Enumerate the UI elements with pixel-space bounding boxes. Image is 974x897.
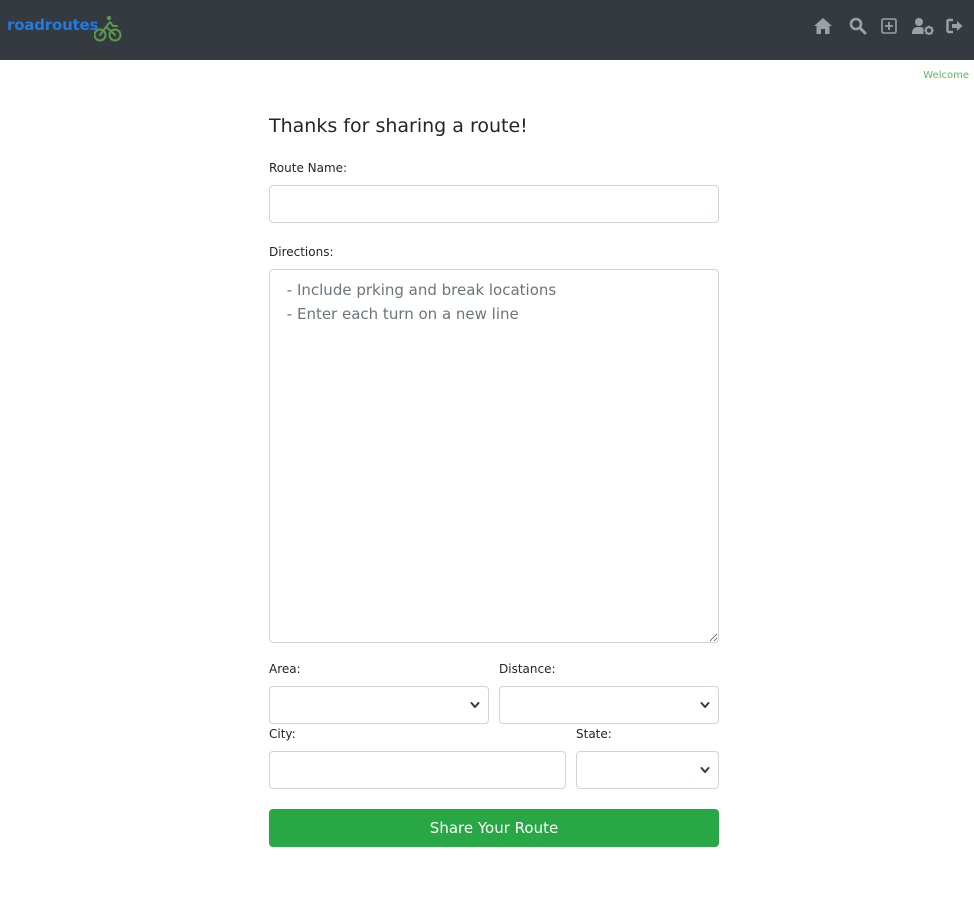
user-settings-icon[interactable] — [911, 14, 935, 38]
chevron-down-icon — [700, 767, 710, 773]
city-label: City: — [269, 727, 296, 741]
directions-textarea[interactable] — [269, 269, 719, 643]
brand-logo[interactable]: roadroutes — [7, 14, 122, 44]
distance-label: Distance: — [499, 662, 556, 676]
welcome-text: Welcome — [923, 70, 969, 81]
logout-icon[interactable] — [944, 14, 966, 38]
route-name-input[interactable] — [269, 185, 719, 223]
chevron-down-icon — [700, 702, 710, 708]
city-input[interactable] — [269, 751, 566, 789]
area-select[interactable] — [269, 686, 489, 724]
add-square-icon[interactable] — [878, 14, 900, 38]
distance-select[interactable] — [499, 686, 719, 724]
directions-label: Directions: — [269, 245, 334, 259]
state-label: State: — [576, 727, 612, 741]
share-route-button[interactable]: Share Your Route — [269, 809, 719, 847]
route-name-label: Route Name: — [269, 161, 348, 175]
cyclist-icon — [93, 14, 122, 48]
state-select[interactable] — [576, 751, 719, 789]
brand-name: roadroutes — [7, 16, 99, 34]
top-navbar: roadroutes — [0, 0, 974, 60]
search-icon[interactable] — [847, 14, 869, 38]
home-icon[interactable] — [812, 14, 834, 38]
page-title: Thanks for sharing a route! — [269, 115, 528, 137]
chevron-down-icon — [470, 702, 480, 708]
area-label: Area: — [269, 662, 301, 676]
